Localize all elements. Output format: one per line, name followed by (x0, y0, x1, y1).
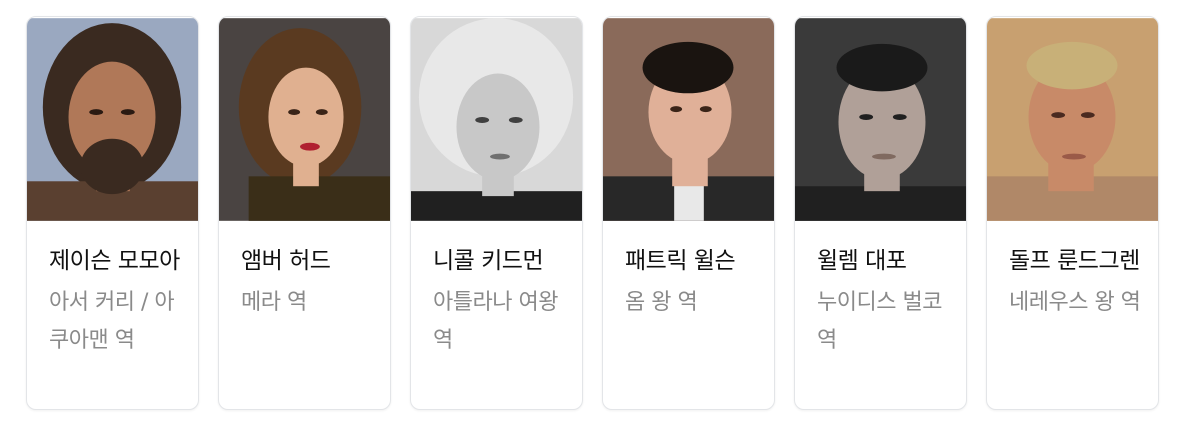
actor-photo (987, 17, 1158, 222)
actor-name: 패트릭 윌슨 (625, 248, 736, 274)
actor-portrait-icon (987, 18, 1158, 221)
character-role: 아틀라나 여왕 역 (433, 290, 558, 353)
character-role: 네레우스 왕 역 (1009, 290, 1141, 315)
actor-name: 윌렘 대포 (817, 248, 907, 274)
actor-portrait-icon (27, 18, 198, 221)
actor-name: 제이슨 모모아 (49, 248, 180, 274)
character-role: 메라 역 (241, 290, 307, 315)
cast-card-willem-dafoe[interactable]: 윌렘 대포 누이디스 벌코 역 (794, 16, 967, 410)
cast-card-amber-heard[interactable]: 앰버 허드 메라 역 (218, 16, 391, 410)
actor-photo (411, 17, 582, 222)
cast-list: 제이슨 모모아 아서 커리 / 아쿠아맨 역 앰버 허드 메라 역 니콜 키드먼… (26, 16, 1159, 410)
cast-card-nicole-kidman[interactable]: 니콜 키드먼 아틀라나 여왕 역 (410, 16, 583, 410)
actor-portrait-icon (219, 18, 390, 221)
actor-photo (795, 17, 966, 222)
actor-photo (27, 17, 198, 222)
actor-name: 앰버 허드 (241, 248, 331, 274)
actor-name: 돌프 룬드그렌 (1009, 248, 1140, 274)
cast-card-dolph-lundgren[interactable]: 돌프 룬드그렌 네레우스 왕 역 (986, 16, 1159, 410)
actor-photo (219, 17, 390, 222)
cast-card-jason-momoa[interactable]: 제이슨 모모아 아서 커리 / 아쿠아맨 역 (26, 16, 199, 410)
actor-portrait-icon (411, 18, 582, 221)
actor-portrait-icon (603, 18, 774, 221)
character-role: 옴 왕 역 (625, 290, 698, 315)
actor-photo (603, 17, 774, 222)
cast-card-patrick-wilson[interactable]: 패트릭 윌슨 옴 왕 역 (602, 16, 775, 410)
actor-name: 니콜 키드먼 (433, 248, 544, 274)
character-role: 아서 커리 / 아쿠아맨 역 (49, 290, 175, 353)
actor-portrait-icon (795, 18, 966, 221)
character-role: 누이디스 벌코 역 (817, 290, 942, 353)
